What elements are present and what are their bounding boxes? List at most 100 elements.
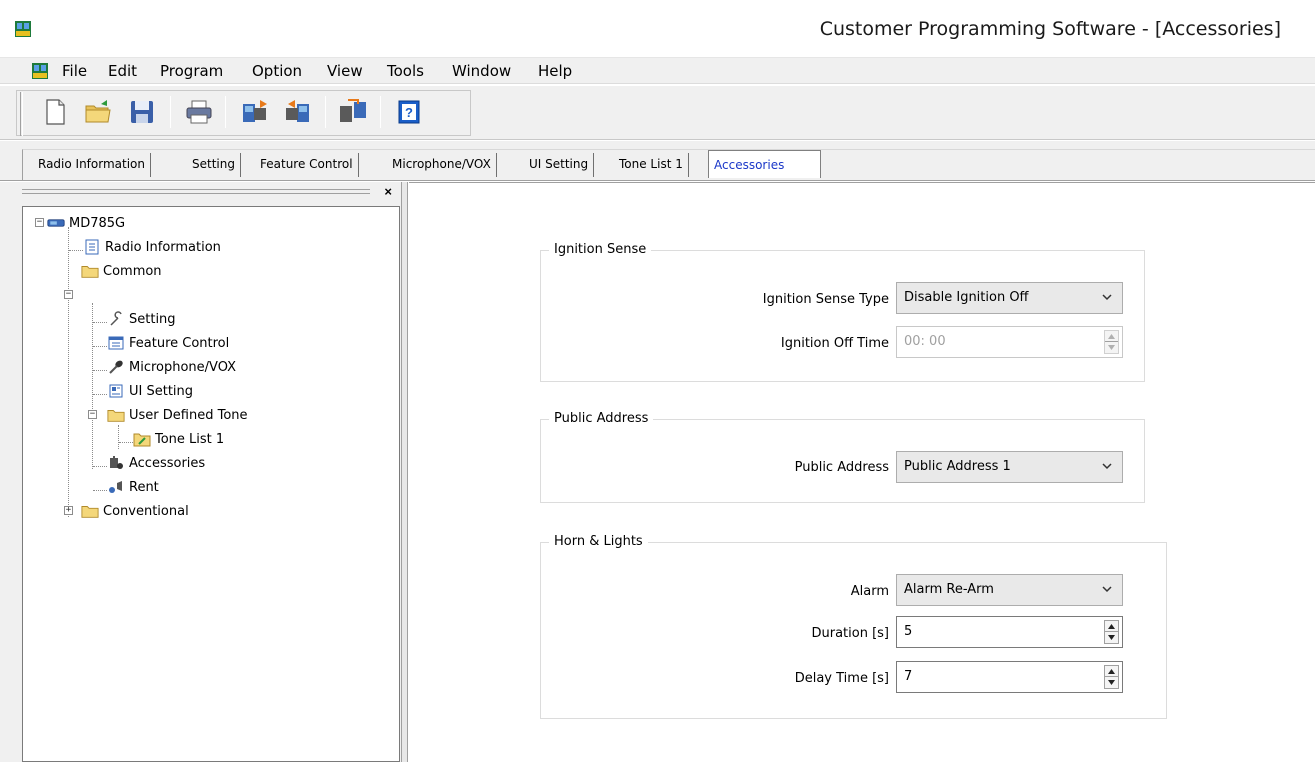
- arrow-down-icon: [1108, 345, 1115, 350]
- tree-node-md785g[interactable]: MD785G: [47, 212, 125, 234]
- ignition-off-time-spinner[interactable]: 00: 00: [896, 326, 1123, 358]
- spin-down-button[interactable]: [1105, 342, 1118, 353]
- pane-splitter[interactable]: [402, 182, 408, 762]
- public-address-label: Public Address: [794, 460, 889, 475]
- collapse-user-defined-tone-toggle[interactable]: −: [88, 410, 97, 419]
- pane-grip-line: [22, 189, 370, 190]
- delay-time-label: Delay Time [s]: [794, 671, 889, 686]
- tree-node-label: Accessories: [129, 455, 206, 471]
- tree-node-ui-setting[interactable]: UI Setting: [107, 380, 193, 402]
- tree-node-label: Tone List 1: [155, 431, 225, 447]
- tree-node-conventional[interactable]: Conventional: [81, 500, 189, 522]
- tree-node-microphone-vox[interactable]: Microphone/VOX: [107, 356, 236, 378]
- tree-connector: [93, 346, 107, 347]
- spinner-buttons: [1104, 665, 1119, 689]
- tab-microphone-vox[interactable]: Microphone/VOX: [387, 153, 497, 177]
- print-button[interactable]: [184, 96, 214, 128]
- menu-window[interactable]: Window: [452, 62, 511, 80]
- wrench-icon: [107, 311, 125, 327]
- tab-accessories[interactable]: Accessories: [708, 150, 821, 178]
- navigation-pane: × − − − + MD785G Radio Information Commo…: [0, 182, 402, 762]
- spin-up-button[interactable]: [1105, 331, 1118, 342]
- tree-node-label: Rent: [129, 479, 159, 495]
- tree-connector: [68, 227, 69, 517]
- document-icon[interactable]: [31, 62, 49, 80]
- toolbar-grip[interactable]: [20, 92, 23, 136]
- help-button[interactable]: ?: [394, 96, 424, 128]
- help-icon: ?: [398, 100, 420, 124]
- menu-option[interactable]: Option: [252, 62, 302, 80]
- menu-program[interactable]: Program: [160, 62, 223, 80]
- new-button[interactable]: [40, 96, 70, 128]
- open-button[interactable]: [83, 96, 113, 128]
- toolbar-separator: [225, 96, 226, 128]
- close-icon[interactable]: ×: [384, 184, 392, 199]
- menu-view[interactable]: View: [327, 62, 363, 80]
- tree-node-accessories[interactable]: Accessories: [107, 452, 206, 474]
- tree-node-user-defined-tone[interactable]: User Defined Tone: [107, 404, 248, 426]
- clone-button[interactable]: [338, 96, 368, 128]
- spin-down-button[interactable]: [1105, 632, 1118, 643]
- tree-connector: [93, 370, 107, 371]
- spinner-value: 7: [904, 669, 913, 684]
- tab-tone-list-1[interactable]: Tone List 1: [614, 153, 689, 177]
- toolbar: ?: [0, 86, 1315, 140]
- rent-icon: [107, 479, 125, 495]
- folder-open-icon: [81, 263, 99, 279]
- save-button[interactable]: [127, 96, 157, 128]
- menu-edit[interactable]: Edit: [108, 62, 137, 80]
- ignition-sense-type-select[interactable]: Disable Ignition Off: [896, 282, 1123, 314]
- read-radio-button[interactable]: [240, 96, 270, 128]
- spin-up-button[interactable]: [1105, 666, 1118, 677]
- accessories-icon: [107, 455, 125, 471]
- tab-radio-information[interactable]: Radio Information: [33, 153, 151, 177]
- arrow-up-icon: [1108, 623, 1115, 629]
- spinner-value: 00: 00: [904, 334, 946, 349]
- spin-up-button[interactable]: [1105, 621, 1118, 632]
- tree-node-setting[interactable]: Setting: [107, 308, 176, 330]
- collapse-root-toggle[interactable]: −: [35, 218, 44, 227]
- spin-down-button[interactable]: [1105, 677, 1118, 688]
- delay-time-spinner[interactable]: 7: [896, 661, 1123, 693]
- ignition-sense-group: Ignition Sense: [540, 242, 1145, 382]
- expand-conventional-toggle[interactable]: +: [64, 506, 73, 515]
- tree-node-tone-list-1[interactable]: Tone List 1: [133, 428, 224, 450]
- spinner-value: 5: [904, 624, 913, 639]
- tree-connector: [93, 466, 107, 467]
- toolbar-separator: [380, 96, 381, 128]
- tab-ui-setting[interactable]: UI Setting: [524, 153, 595, 177]
- title-bar: Customer Programming Software - [Accesso…: [0, 0, 1315, 58]
- tree-connector: [93, 394, 107, 395]
- tree-node-feature-control[interactable]: Feature Control: [107, 332, 229, 354]
- svg-text:?: ?: [405, 105, 413, 120]
- write-radio-icon: [286, 100, 309, 122]
- folder-open-icon: [107, 407, 125, 423]
- group-title: Public Address: [549, 411, 654, 426]
- app-icon[interactable]: [14, 20, 32, 38]
- window-title: Customer Programming Software - [Accesso…: [819, 18, 1281, 40]
- write-radio-button[interactable]: [283, 96, 313, 128]
- print-icon: [186, 100, 212, 124]
- menu-tools[interactable]: Tools: [387, 62, 424, 80]
- tab-feature-control[interactable]: Feature Control: [255, 153, 359, 177]
- alarm-select[interactable]: Alarm Re-Arm: [896, 574, 1123, 606]
- tree-node-radio-information[interactable]: Radio Information: [83, 236, 221, 258]
- duration-spinner[interactable]: 5: [896, 616, 1123, 648]
- list-icon: [107, 335, 125, 351]
- tree-node-common[interactable]: Common: [81, 260, 162, 282]
- tree-node-label: Setting: [129, 311, 176, 327]
- arrow-down-icon: [1108, 635, 1115, 640]
- toolbar-separator: [325, 96, 326, 128]
- menu-file[interactable]: File: [62, 62, 87, 80]
- menu-help[interactable]: Help: [538, 62, 572, 80]
- tree-node-rent[interactable]: Rent: [107, 476, 159, 498]
- collapse-common-toggle[interactable]: −: [64, 290, 73, 299]
- microphone-icon: [107, 359, 125, 375]
- clone-icon: [340, 99, 366, 122]
- group-title: Ignition Sense: [549, 242, 652, 257]
- tree-node-label: Radio Information: [105, 239, 221, 255]
- tab-setting[interactable]: Setting: [187, 153, 241, 177]
- folder-icon: [81, 503, 99, 519]
- open-folder-icon: [85, 100, 111, 123]
- public-address-select[interactable]: Public Address 1: [896, 451, 1123, 483]
